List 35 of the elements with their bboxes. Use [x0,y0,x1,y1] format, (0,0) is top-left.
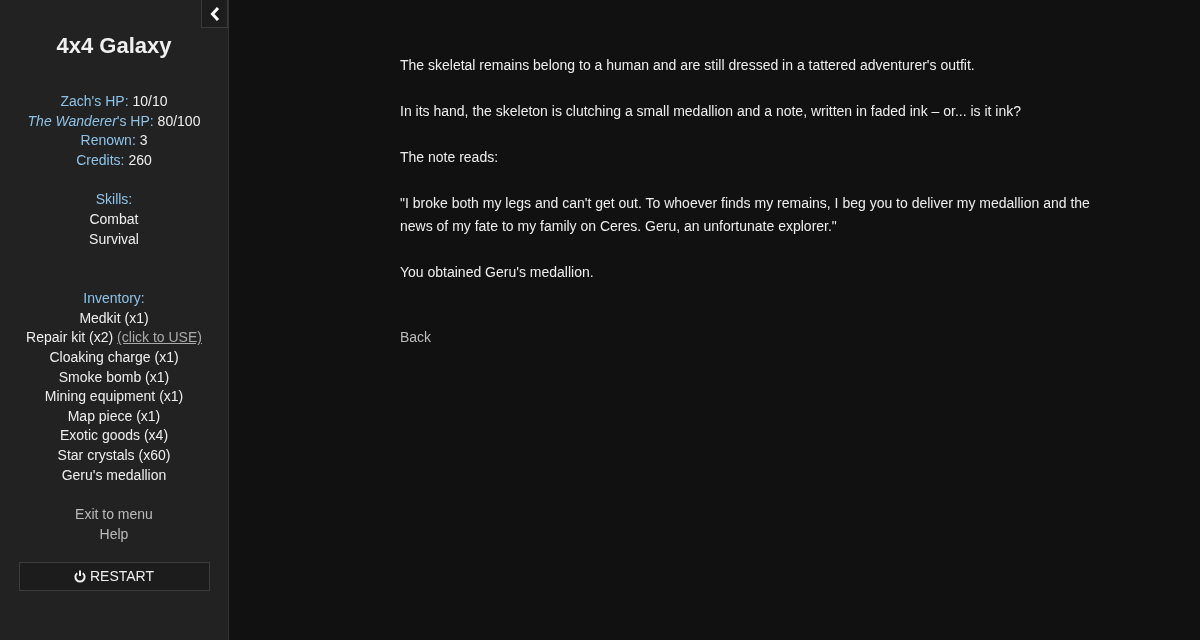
inventory-item: Map piece (x1) [67,406,161,426]
inventory-item: Mining equipment (x1) [44,387,184,407]
menu-link[interactable]: Help [99,524,129,545]
stat-label: Zach's HP: [60,93,129,109]
use-link[interactable]: (click to USE) [117,329,202,346]
power-icon [73,570,86,584]
story-paragraph: The note reads: [400,148,500,167]
inventory-item: Smoke bomb (x1) [58,367,170,387]
inventory-item: Medkit (x1) [79,308,149,328]
inventory-heading: Inventory: [83,289,145,309]
restart-button[interactable]: RESTART [18,562,210,592]
skill-item: Survival [89,229,139,249]
skills-heading: Skills: [95,190,133,210]
story-paragraph: The skeletal remains belong to a human and are still dressed in a tattered adventurer's outfit. [400,56,976,75]
stat-value: 80/100 [157,112,201,129]
story-paragraph: You obtained Geru's medallion. [400,263,595,282]
stat-label: Credits: [76,151,125,168]
choice-link[interactable]: Back [400,329,432,345]
menu-link[interactable]: Exit to menu [75,505,153,525]
inventory-item: Cloaking charge (x1) [49,347,179,367]
chevron-left-icon [209,6,220,21]
story-paragraph: In its hand, the skeleton is clutching a small medallion and a note, written in faded ink – or... is it ink? [400,102,1022,121]
inventory-item: Exotic goods (x4) [59,426,169,446]
inventory-item: Star crystals (x60) [57,445,171,465]
collapse-button[interactable] [201,0,228,28]
inventory-item: Repair kit (x2) [26,329,114,346]
stat-value: 10/10 [132,93,168,109]
stat-label: The Wanderer's HP: [27,112,154,129]
skill-item: Combat [89,209,139,229]
story-paragraph: "I broke both my legs and can't get out. To whoever finds my remains, I beg you to deliver my medallion and the news of my fate to my family on Ceres. Geru, an unfortunate explorer." [400,194,1091,236]
game-title: 4x4 Galaxy [56,32,172,60]
inventory-item: Geru's medallion [61,465,167,485]
stat-value: 260 [128,151,152,168]
stat-value: 3 [139,132,148,149]
stat-label: Renown: [80,132,136,149]
